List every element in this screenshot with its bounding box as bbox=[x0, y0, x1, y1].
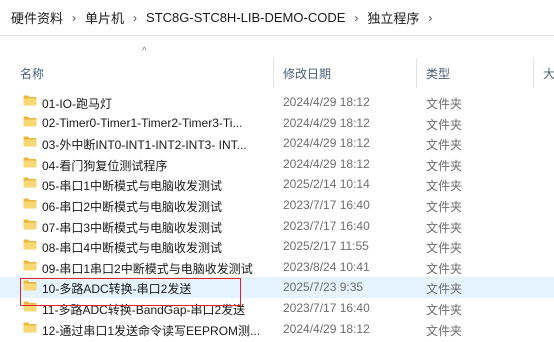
file-row[interactable]: 05-串口1中断模式与电脑收发测试 2025/2/14 10:14 文件夹 bbox=[0, 174, 554, 195]
column-name-label: 名称 bbox=[20, 66, 45, 81]
file-type: 文件夹 bbox=[426, 138, 463, 153]
file-name: 08-串口4中断模式与电脑收发测试 bbox=[42, 241, 223, 256]
file-type: 文件夹 bbox=[426, 241, 463, 256]
column-divider[interactable] bbox=[273, 58, 274, 88]
column-date-label: 修改日期 bbox=[283, 66, 332, 81]
file-type: 文件夹 bbox=[426, 323, 463, 338]
file-name: 01-IO-跑马灯 bbox=[42, 97, 113, 111]
folder-icon bbox=[23, 322, 37, 333]
file-name: 03-外中断INT0-INT1-INT2-INT3- INT... bbox=[42, 138, 247, 153]
column-divider[interactable] bbox=[533, 58, 534, 88]
chevron-right-icon[interactable]: › bbox=[133, 11, 137, 25]
file-type: 文件夹 bbox=[426, 220, 463, 235]
folder-icon bbox=[23, 95, 37, 106]
column-size-header[interactable]: 大 bbox=[543, 56, 554, 90]
column-type-header[interactable]: 类型 bbox=[426, 56, 531, 90]
file-modified-date: 2023/8/24 10:41 bbox=[283, 259, 370, 274]
file-modified-date: 2024/4/29 18:12 bbox=[283, 136, 370, 151]
file-modified-date: 2023/7/17 16:40 bbox=[283, 300, 370, 315]
chevron-right-icon[interactable]: › bbox=[354, 11, 358, 25]
file-list: 01-IO-跑马灯 2024/4/29 18:12 文件夹 02-Timer0-Tim… bbox=[0, 92, 554, 339]
file-explorer-window: 硬件资料 › 单片机 › STC8G-STC8H-LIB-DEMO-CODE ›… bbox=[0, 0, 554, 342]
file-name: 04-看门狗复位测试程序 bbox=[42, 158, 168, 173]
file-modified-date: 2025/2/17 11:55 bbox=[283, 239, 369, 254]
file-type: 文件夹 bbox=[426, 282, 463, 297]
file-name: 06-串口2中断模式与电脑收发测试 bbox=[42, 199, 223, 214]
column-header: 名称 修改日期 类型 大 bbox=[0, 56, 554, 90]
folder-icon bbox=[23, 280, 37, 291]
folder-icon bbox=[23, 260, 37, 271]
folder-icon bbox=[23, 301, 37, 312]
file-name: 10-多路ADC转换-串口2发送 bbox=[42, 282, 192, 297]
column-name-header[interactable]: 名称 bbox=[20, 56, 270, 90]
column-date-header[interactable]: 修改日期 bbox=[283, 56, 415, 90]
file-modified-date: 2025/2/14 10:14 bbox=[283, 177, 370, 192]
file-modified-date: 2024/4/29 18:12 bbox=[283, 115, 370, 130]
file-row[interactable]: 07-串口3中断模式与电脑收发测试 2023/7/17 16:40 文件夹 bbox=[0, 216, 554, 237]
file-modified-date: 2025/7/23 9:35 bbox=[283, 280, 364, 295]
file-row[interactable]: 11-多路ADC转换-BandGap-串口2发送 2023/7/17 16:40 文… bbox=[0, 298, 554, 319]
file-name: 11-多路ADC转换-BandGap-串口2发送 bbox=[42, 302, 246, 317]
folder-icon bbox=[23, 239, 37, 250]
file-type: 文件夹 bbox=[426, 302, 463, 317]
file-modified-date: 2024/4/29 18:12 bbox=[283, 95, 370, 109]
file-type: 文件夹 bbox=[426, 261, 463, 276]
file-type: 文件夹 bbox=[426, 199, 463, 214]
file-row[interactable]: 01-IO-跑马灯 2024/4/29 18:12 文件夹 bbox=[0, 92, 554, 113]
folder-icon bbox=[23, 198, 37, 209]
folder-icon bbox=[23, 219, 37, 230]
file-name: 09-串口1串口2中断模式与电脑收发测试 bbox=[42, 261, 253, 276]
file-row[interactable]: 04-看门狗复位测试程序 2024/4/29 18:12 文件夹 bbox=[0, 154, 554, 175]
breadcrumb-item-hardware[interactable]: 硬件资料 bbox=[8, 6, 66, 29]
file-row[interactable]: 02-Timer0-Timer1-Timer2-Timer3-Ti... 2024… bbox=[0, 113, 554, 134]
breadcrumb-item-standalone[interactable]: 独立程序 bbox=[364, 6, 422, 29]
file-type: 文件夹 bbox=[426, 158, 463, 173]
folder-icon bbox=[23, 136, 37, 147]
column-size-label: 大 bbox=[543, 66, 554, 81]
breadcrumb: 硬件资料 › 单片机 › STC8G-STC8H-LIB-DEMO-CODE ›… bbox=[0, 0, 554, 36]
breadcrumb-item-mcu[interactable]: 单片机 bbox=[82, 6, 127, 29]
file-type: 文件夹 bbox=[426, 179, 463, 194]
chevron-right-icon[interactable]: › bbox=[72, 11, 76, 25]
file-type: 文件夹 bbox=[426, 97, 463, 111]
file-modified-date: 2023/7/17 16:40 bbox=[283, 218, 370, 233]
file-modified-date: 2023/7/17 16:40 bbox=[283, 197, 370, 212]
file-name: 12-通过串口1发送命令读写EEPROM测... bbox=[42, 323, 261, 338]
folder-icon bbox=[23, 116, 37, 127]
column-type-label: 类型 bbox=[426, 66, 451, 81]
chevron-right-icon[interactable]: › bbox=[428, 11, 432, 25]
file-name: 05-串口1中断模式与电脑收发测试 bbox=[42, 179, 223, 194]
folder-icon bbox=[23, 157, 37, 168]
breadcrumb-item-demo-code[interactable]: STC8G-STC8H-LIB-DEMO-CODE bbox=[143, 8, 348, 27]
file-modified-date: 2024/4/29 18:12 bbox=[283, 156, 370, 171]
file-row[interactable]: 03-外中断INT0-INT1-INT2-INT3- INT... 2024/4/… bbox=[0, 133, 554, 154]
file-row[interactable]: 06-串口2中断模式与电脑收发测试 2023/7/17 16:40 文件夹 bbox=[0, 195, 554, 216]
folder-icon bbox=[23, 177, 37, 188]
file-row[interactable]: 10-多路ADC转换-串口2发送 2025/7/23 9:35 文件夹 bbox=[0, 277, 554, 298]
column-divider[interactable] bbox=[416, 58, 417, 88]
file-row[interactable]: 12-通过串口1发送命令读写EEPROM测... 2024/4/29 18:12 文… bbox=[0, 319, 554, 340]
file-type: 文件夹 bbox=[426, 117, 463, 132]
file-row[interactable]: 08-串口4中断模式与电脑收发测试 2025/2/17 11:55 文件夹 bbox=[0, 236, 554, 257]
file-modified-date: 2024/4/29 18:12 bbox=[283, 321, 370, 336]
file-name: 02-Timer0-Timer1-Timer2-Timer3-Ti... bbox=[42, 115, 243, 130]
file-row[interactable]: 09-串口1串口2中断模式与电脑收发测试 2023/8/24 10:41 文件夹 bbox=[0, 257, 554, 278]
file-name: 07-串口3中断模式与电脑收发测试 bbox=[42, 220, 223, 235]
